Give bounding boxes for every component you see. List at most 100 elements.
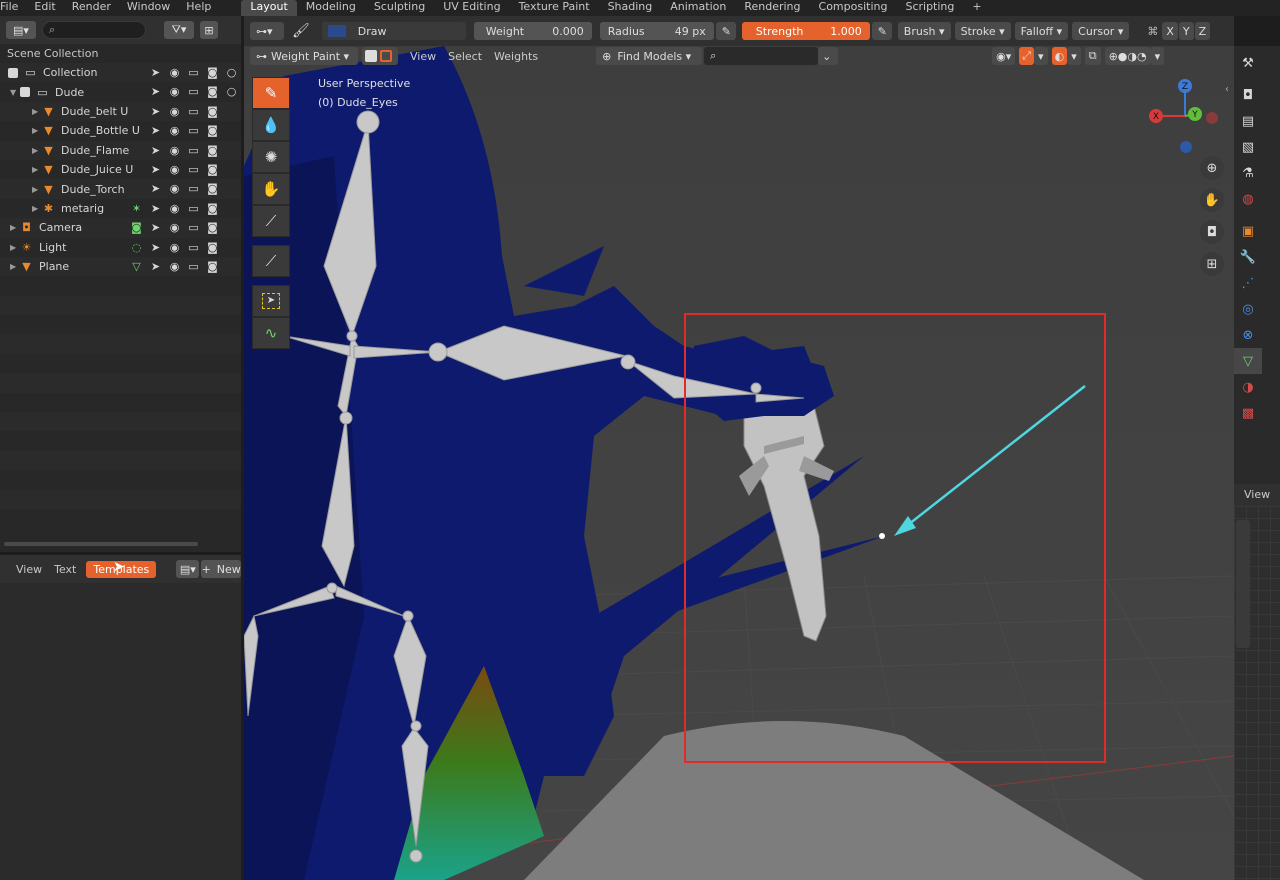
select-icon[interactable]: ➤ — [146, 163, 165, 176]
outliner-row-dude-bottle[interactable]: ▶ ▼ Dude_Bottle U ➤ ◉ ▭ ◙ — [0, 121, 241, 141]
camera-render-icon[interactable]: ◙ — [203, 85, 222, 98]
tab-layout[interactable]: Layout — [241, 0, 297, 16]
te-view-menu[interactable]: View — [10, 563, 48, 576]
select-box-tool[interactable]: ➤ — [252, 285, 290, 317]
camera-render-icon[interactable]: ◙ — [203, 105, 222, 118]
monitor-icon[interactable]: ▭ — [184, 105, 203, 118]
expand-icon[interactable]: ▼ — [10, 88, 20, 97]
outliner-row-plane[interactable]: ▶ ▼ Plane ▽ ➤ ◉ ▭ ◙ — [0, 256, 241, 277]
new-collection-button[interactable]: ⊞ — [200, 21, 218, 39]
expand-icon[interactable]: ▶ — [10, 243, 20, 252]
mirror-z-button[interactable]: Z — [1194, 22, 1211, 40]
holdout-icon[interactable]: ○ — [222, 85, 241, 98]
gizmo-neg-z-handle[interactable] — [1180, 141, 1192, 153]
tab-texture-paint[interactable]: Texture Paint — [510, 0, 599, 16]
gizmo-neg-x-handle[interactable] — [1206, 112, 1218, 124]
tab-shading[interactable]: Shading — [599, 0, 662, 16]
camera-render-icon[interactable]: ◙ — [203, 124, 222, 137]
mirror-x-button[interactable]: X — [1162, 22, 1178, 40]
eye-icon[interactable]: ◉ — [165, 85, 184, 98]
menu-file[interactable]: File — [0, 0, 26, 16]
properties-view-menu[interactable]: View — [1244, 488, 1270, 501]
tab-animation[interactable]: Animation — [661, 0, 735, 16]
monitor-icon[interactable]: ▭ — [184, 221, 203, 234]
monitor-icon[interactable]: ▭ — [184, 163, 203, 176]
select-icon[interactable]: ➤ — [146, 105, 165, 118]
gradient-tool[interactable]: ⟋ — [252, 205, 290, 237]
draw-tool[interactable]: ✎ — [252, 77, 290, 109]
brush-selector[interactable]: Draw — [321, 22, 466, 40]
eye-icon[interactable]: ◉ — [165, 182, 184, 195]
eye-icon[interactable]: ◉ — [165, 66, 184, 79]
select-icon[interactable]: ➤ — [146, 124, 165, 137]
tab-material[interactable]: ◑ — [1234, 374, 1262, 400]
outliner-row-light[interactable]: ▶ ☀ Light ◌ ➤ ◉ ▭ ◙ — [0, 237, 241, 257]
menu-render[interactable]: Render — [64, 0, 119, 16]
monitor-icon[interactable]: ▭ — [184, 124, 203, 137]
monitor-icon[interactable]: ▭ — [184, 241, 203, 254]
tab-physics[interactable]: ◎ — [1234, 296, 1262, 322]
eye-icon[interactable]: ◉ — [165, 221, 184, 234]
radius-pressure-button[interactable]: ✎ — [715, 22, 736, 40]
node-editor-area[interactable] — [1234, 506, 1280, 880]
tab-tool[interactable]: ⚒ — [1234, 50, 1262, 76]
add-workspace-button[interactable]: + — [963, 0, 990, 16]
strength-field[interactable]: Strength 1.000 — [741, 22, 870, 40]
outliner-row-dude[interactable]: ▼ ▭ Dude ➤ ◉ ▭ ◙ ○ — [0, 82, 241, 102]
gizmo-dropdown[interactable]: ▾ — [1034, 47, 1048, 65]
monitor-icon[interactable]: ▭ — [184, 202, 203, 215]
tab-compositing[interactable]: Compositing — [810, 0, 897, 16]
expand-icon[interactable]: ▶ — [32, 165, 42, 174]
outliner-row-camera[interactable]: ▶ ◘ Camera ◙ ➤ ◉ ▭ ◙ — [0, 218, 241, 238]
outliner-row-collection[interactable]: ▭ Collection ➤ ◉ ▭ ◙ ○ — [0, 63, 241, 83]
menu-help[interactable]: Help — [178, 0, 219, 16]
select-icon[interactable]: ➤ — [146, 202, 165, 215]
menu-window[interactable]: Window — [119, 0, 178, 16]
expand-icon[interactable]: ▶ — [32, 146, 42, 155]
expand-icon[interactable]: ▶ — [10, 262, 20, 271]
outliner-row-dude-torch[interactable]: ▶ ▼ Dude_Torch ➤ ◉ ▭ ◙ — [0, 179, 241, 199]
monitor-icon[interactable]: ▭ — [184, 144, 203, 157]
tab-view-layer[interactable]: ▧ — [1234, 134, 1262, 160]
monitor-icon[interactable]: ▭ — [184, 66, 203, 79]
camera-render-icon[interactable]: ◙ — [203, 221, 222, 234]
te-text-menu[interactable]: Text — [48, 563, 82, 576]
filter-button[interactable]: ⛛▾ — [164, 21, 194, 39]
average-tool[interactable]: ✺ — [252, 141, 290, 173]
outliner-row-dude-flame[interactable]: ▶ ▼ Dude_Flame ➤ ◉ ▭ ◙ — [0, 140, 241, 160]
expand-icon[interactable]: ▶ — [32, 126, 42, 135]
ortho-toggle-button[interactable]: ⊞ — [1200, 252, 1224, 276]
select-icon[interactable]: ➤ — [146, 260, 165, 273]
camera-render-icon[interactable]: ◙ — [203, 202, 222, 215]
navigation-gizmo[interactable]: Z X Y — [1140, 76, 1230, 166]
mode-selector[interactable]: ⊶ Weight Paint ▾ — [250, 47, 358, 65]
eye-icon[interactable]: ◉ — [165, 163, 184, 176]
3d-viewport[interactable]: ⊶▾ 🖌 Draw Weight 0.000 Radius 49 px ✎ St… — [244, 16, 1234, 880]
select-icon[interactable]: ➤ — [146, 66, 165, 79]
camera-render-icon[interactable]: ◙ — [203, 182, 222, 195]
eye-icon[interactable]: ◉ — [165, 260, 184, 273]
cursor-menu[interactable]: Cursor ▾ — [1072, 22, 1130, 40]
tab-constraints[interactable]: ⊗ — [1234, 322, 1262, 348]
monitor-icon[interactable]: ▭ — [184, 260, 203, 273]
tab-uv-editing[interactable]: UV Editing — [434, 0, 509, 16]
overlay-dropdown[interactable]: ▾ — [1067, 47, 1081, 65]
weights-menu[interactable]: Weights — [488, 50, 544, 63]
new-text-button[interactable]: + New — [201, 560, 241, 578]
sidebar-toggle-icon[interactable]: ‹ — [1225, 84, 1229, 95]
tab-modifiers[interactable]: 🔧 — [1234, 244, 1262, 270]
monitor-icon[interactable]: ▭ — [184, 85, 203, 98]
editor-type-button[interactable]: ▤▾ — [6, 21, 36, 39]
stroke-menu[interactable]: Stroke ▾ — [954, 22, 1011, 40]
visibility-dropdown[interactable]: ◉▾ — [992, 47, 1016, 65]
mirror-y-button[interactable]: Y — [1178, 22, 1194, 40]
search-dropdown-button[interactable]: ⌄ — [818, 47, 839, 65]
smear-tool[interactable]: ✋ — [252, 173, 290, 205]
brush-menu[interactable]: Brush ▾ — [897, 22, 951, 40]
tab-scripting[interactable]: Scripting — [896, 0, 963, 16]
mask-toggle[interactable] — [362, 47, 398, 65]
outliner-row-dude-belt[interactable]: ▶ ▼ Dude_belt U ➤ ◉ ▭ ◙ — [0, 101, 241, 122]
tab-texture[interactable]: ▩ — [1234, 400, 1262, 426]
monitor-icon[interactable]: ▭ — [184, 182, 203, 195]
tab-object[interactable]: ▣ — [1234, 218, 1262, 244]
